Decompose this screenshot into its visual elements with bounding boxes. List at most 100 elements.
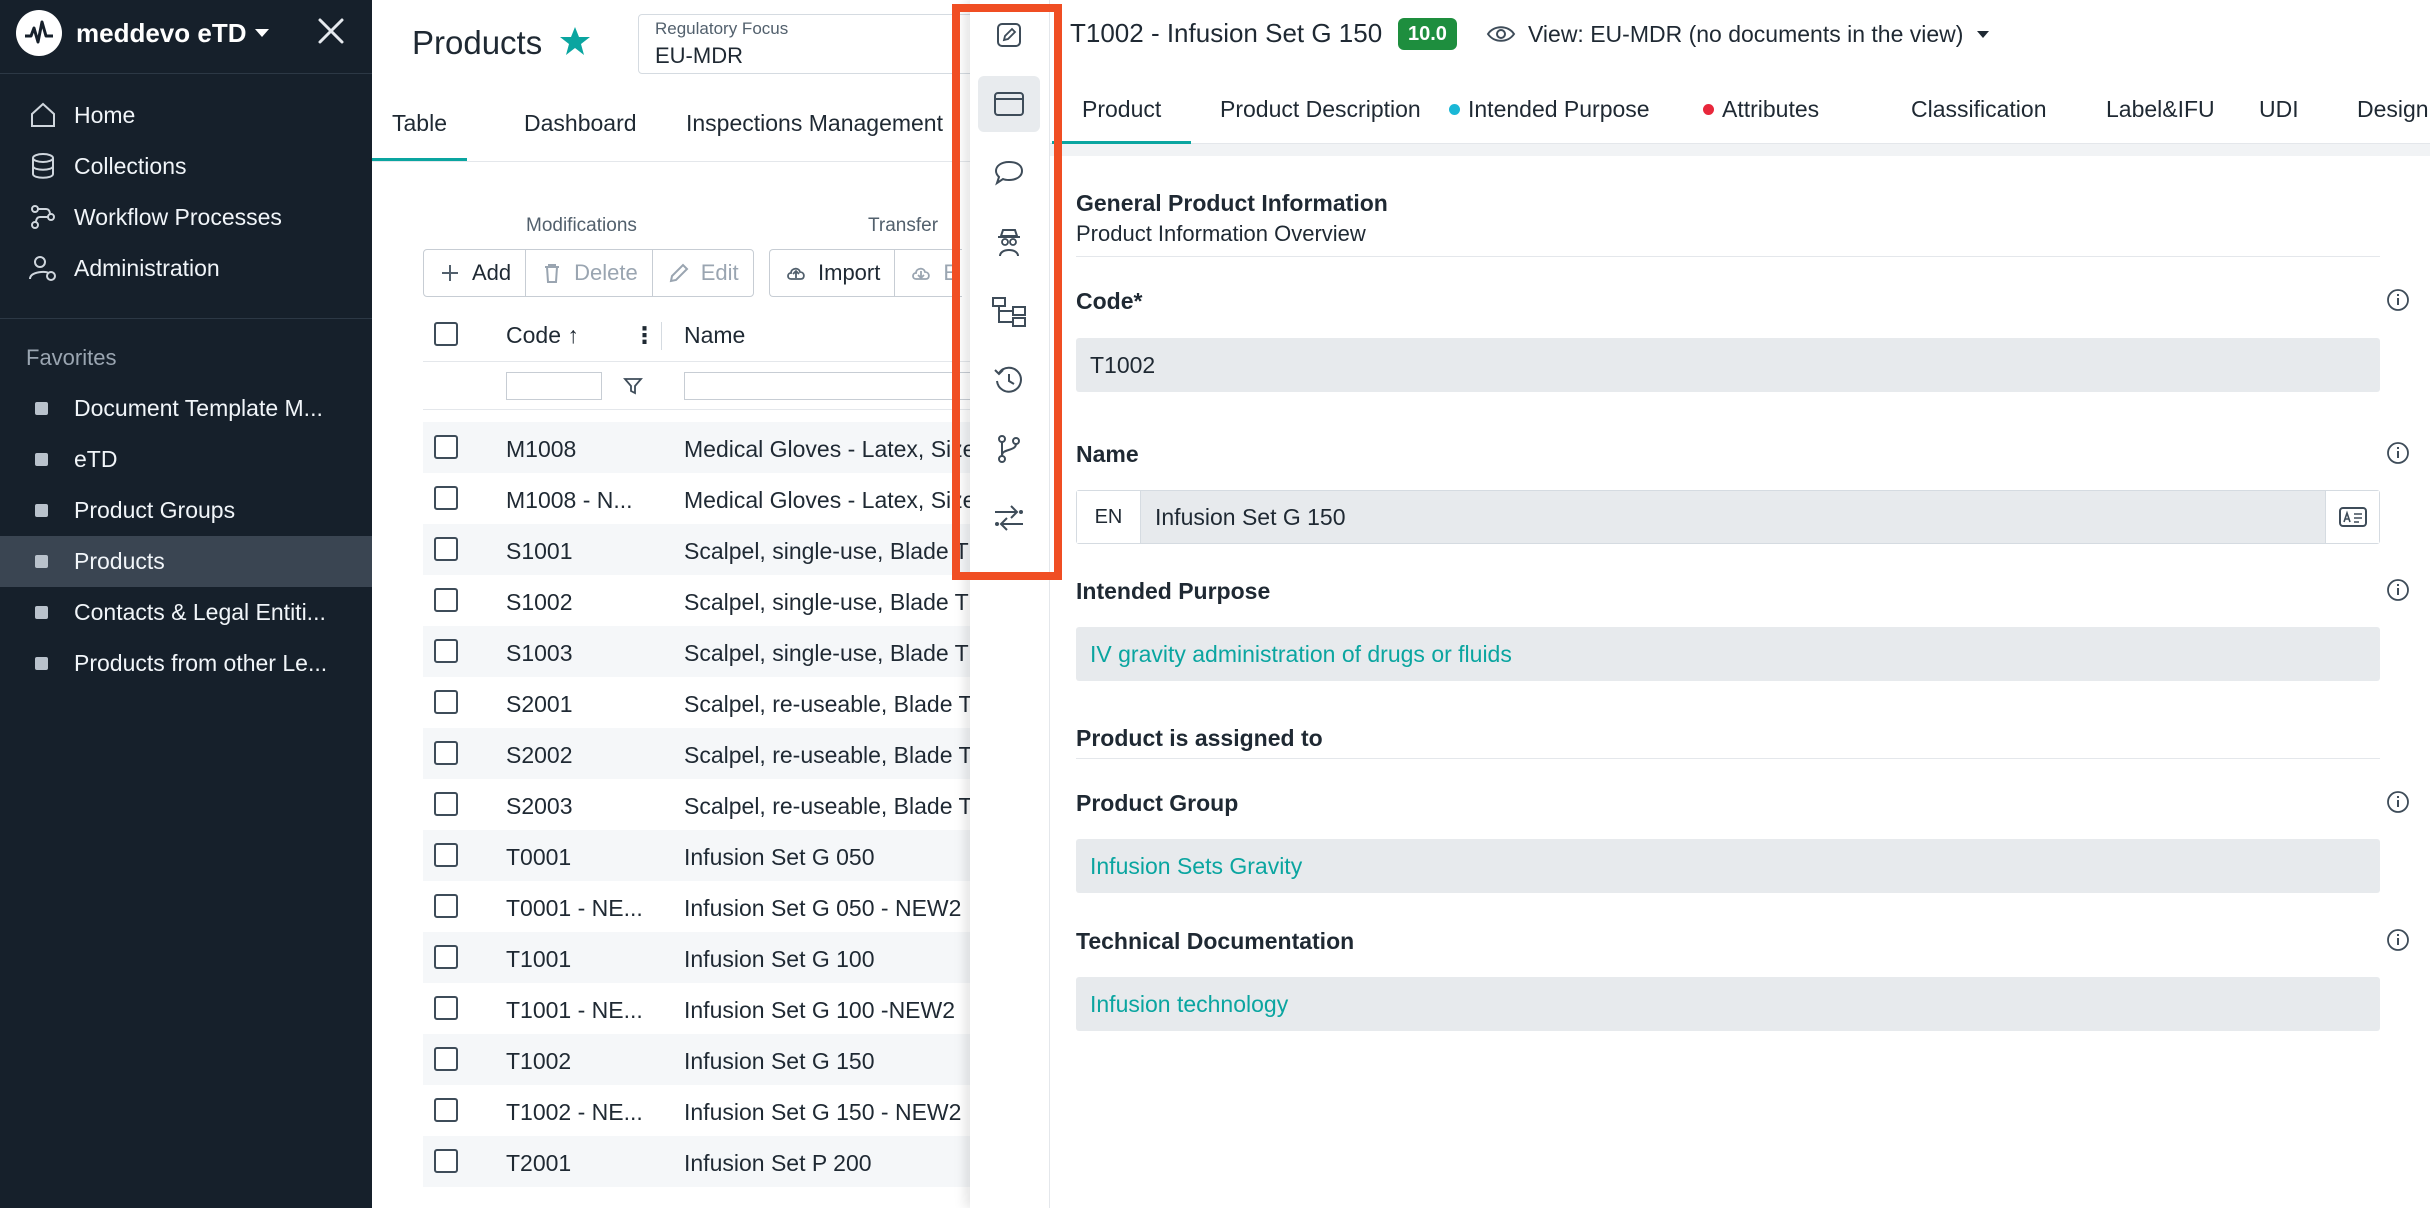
favorite-item-active[interactable]: Products xyxy=(0,536,372,587)
comment-icon[interactable] xyxy=(978,145,1040,201)
row-checkbox[interactable] xyxy=(434,945,458,969)
table-row[interactable]: T0001 - NE... Infusion Set G 050 - NEW2 xyxy=(423,881,972,932)
table-row[interactable]: T2001 Infusion Set P 200 xyxy=(423,1136,972,1187)
row-checkbox[interactable] xyxy=(434,741,458,765)
table-row[interactable]: S1001 Scalpel, single-use, Blade T xyxy=(423,524,972,575)
tab-udi[interactable]: UDI xyxy=(2259,96,2299,123)
tab-classification[interactable]: Classification xyxy=(1911,96,2047,123)
view-selector[interactable]: View: EU-MDR (no documents in the view) xyxy=(1486,18,1990,50)
row-checkbox[interactable] xyxy=(434,639,458,663)
product-group-link[interactable]: Infusion Sets Gravity xyxy=(1090,853,1302,880)
info-icon[interactable] xyxy=(2386,288,2410,312)
technical-documentation-field[interactable]: Infusion technology xyxy=(1076,977,2380,1031)
row-checkbox[interactable] xyxy=(434,690,458,714)
transfer-icon[interactable] xyxy=(978,490,1040,546)
tab-inspections-management[interactable]: Inspections Management xyxy=(686,110,943,137)
regulatory-focus-select[interactable]: Regulatory Focus EU-MDR xyxy=(638,14,978,74)
table-row[interactable]: M1008 Medical Gloves - Latex, Size xyxy=(423,422,975,473)
column-header-name[interactable]: Name xyxy=(684,322,745,349)
table-row[interactable]: M1008 - N... Medical Gloves - Latex, Size xyxy=(423,473,975,524)
row-checkbox[interactable] xyxy=(434,537,458,561)
row-checkbox[interactable] xyxy=(434,996,458,1020)
row-checkbox[interactable] xyxy=(434,588,458,612)
select-all-checkbox[interactable] xyxy=(434,322,458,346)
info-icon[interactable] xyxy=(2386,928,2410,952)
table-row[interactable]: S2001 Scalpel, re-useable, Blade T xyxy=(423,677,973,728)
favorite-item[interactable]: Document Template M... xyxy=(0,383,372,434)
tab-intended-purpose[interactable]: Intended Purpose xyxy=(1449,96,1650,123)
column-menu-icon[interactable]: ⋮ xyxy=(633,322,656,349)
add-button[interactable]: Add xyxy=(424,250,527,296)
table-row[interactable]: S1002 Scalpel, single-use, Blade T xyxy=(423,575,972,626)
divider xyxy=(372,161,972,162)
row-checkbox[interactable] xyxy=(434,435,458,459)
column-separator xyxy=(661,322,662,350)
tab-dashboard[interactable]: Dashboard xyxy=(524,110,637,137)
tab-product[interactable]: Product xyxy=(1051,96,1192,144)
table-row[interactable]: T1001 Infusion Set G 100 xyxy=(423,932,972,983)
info-icon[interactable] xyxy=(2386,790,2410,814)
favorite-star-icon[interactable] xyxy=(558,24,592,58)
intended-purpose-label: Intended Purpose xyxy=(1076,578,1271,604)
tab-label: UDI xyxy=(2259,96,2299,122)
intended-purpose-link[interactable]: IV gravity administration of drugs or fl… xyxy=(1090,641,1512,668)
table-row[interactable]: T1002 Infusion Set G 150 xyxy=(423,1034,972,1085)
favorite-item[interactable]: Contacts & Legal Entiti... xyxy=(0,587,372,638)
cell-code: M1008 - N... xyxy=(506,487,633,513)
table-row[interactable]: T0001 Infusion Set G 050 xyxy=(423,830,972,881)
name-field[interactable]: EN Infusion Set G 150 xyxy=(1076,490,2380,544)
cell-code: S2003 xyxy=(506,793,573,819)
filter-icon[interactable] xyxy=(623,376,643,396)
close-sidebar-icon[interactable] xyxy=(314,14,348,48)
delete-button[interactable]: Delete xyxy=(526,250,653,296)
tab-product-description[interactable]: Product Description xyxy=(1220,96,1421,123)
table-row[interactable]: S2003 Scalpel, re-useable, Blade T xyxy=(423,779,973,830)
row-checkbox[interactable] xyxy=(434,1149,458,1173)
table-row[interactable]: S1003 Scalpel, single-use, Blade T xyxy=(423,626,972,677)
hierarchy-icon[interactable] xyxy=(978,283,1040,339)
table-row[interactable]: S2002 Scalpel, re-useable, Blade T xyxy=(423,728,973,779)
section-title: General Product Information xyxy=(1076,190,1388,216)
inspector-icon[interactable] xyxy=(978,214,1040,270)
cell-name: Scalpel, re-useable, Blade T xyxy=(684,691,973,717)
tab-design[interactable]: Design xyxy=(2357,96,2429,123)
nav-workflow-processes[interactable]: Workflow Processes xyxy=(26,197,282,237)
row-checkbox[interactable] xyxy=(434,894,458,918)
table-row[interactable]: T1001 - NE... Infusion Set G 100 -NEW2 xyxy=(423,983,972,1034)
favorite-item[interactable]: Product Groups xyxy=(0,485,372,536)
nav-collections[interactable]: Collections xyxy=(26,146,187,186)
row-checkbox[interactable] xyxy=(434,843,458,867)
edit-icon[interactable] xyxy=(978,7,1040,63)
info-icon[interactable] xyxy=(2386,578,2410,602)
import-button[interactable]: Import xyxy=(770,250,896,296)
row-checkbox[interactable] xyxy=(434,1098,458,1122)
translation-card-icon[interactable] xyxy=(2325,491,2379,543)
window-icon[interactable] xyxy=(978,76,1040,132)
tab-table[interactable]: Table xyxy=(372,110,467,161)
product-group-field[interactable]: Infusion Sets Gravity xyxy=(1076,839,2380,893)
tab-label-ifu[interactable]: Label&IFU xyxy=(2106,96,2215,123)
favorite-item[interactable]: eTD xyxy=(0,434,372,485)
detail-icon-rail xyxy=(970,0,1050,1208)
nav-administration[interactable]: Administration xyxy=(26,248,220,288)
history-icon[interactable] xyxy=(978,352,1040,408)
branch-icon[interactable] xyxy=(978,421,1040,477)
nav-home[interactable]: Home xyxy=(26,95,135,135)
name-filter-input[interactable] xyxy=(684,372,972,400)
edit-button[interactable]: Edit xyxy=(653,250,753,296)
tab-label: Product Description xyxy=(1220,96,1421,122)
row-checkbox[interactable] xyxy=(434,792,458,816)
app-switcher[interactable]: meddevo eTD xyxy=(16,8,269,58)
intended-purpose-field[interactable]: IV gravity administration of drugs or fl… xyxy=(1076,627,2380,681)
column-header-code[interactable]: Code ↑ xyxy=(506,322,579,349)
tab-attributes[interactable]: Attributes xyxy=(1703,96,1819,123)
table-row[interactable]: T1002 - NE... Infusion Set G 150 - NEW2 xyxy=(423,1085,972,1136)
favorite-item[interactable]: Products from other Le... xyxy=(0,638,372,689)
info-icon[interactable] xyxy=(2386,441,2410,465)
row-checkbox[interactable] xyxy=(434,486,458,510)
export-button[interactable]: E xyxy=(895,250,962,296)
row-checkbox[interactable] xyxy=(434,1047,458,1071)
code-filter-input[interactable] xyxy=(506,372,602,400)
technical-documentation-link[interactable]: Infusion technology xyxy=(1090,991,1288,1018)
code-field[interactable]: T1002 xyxy=(1076,338,2380,392)
